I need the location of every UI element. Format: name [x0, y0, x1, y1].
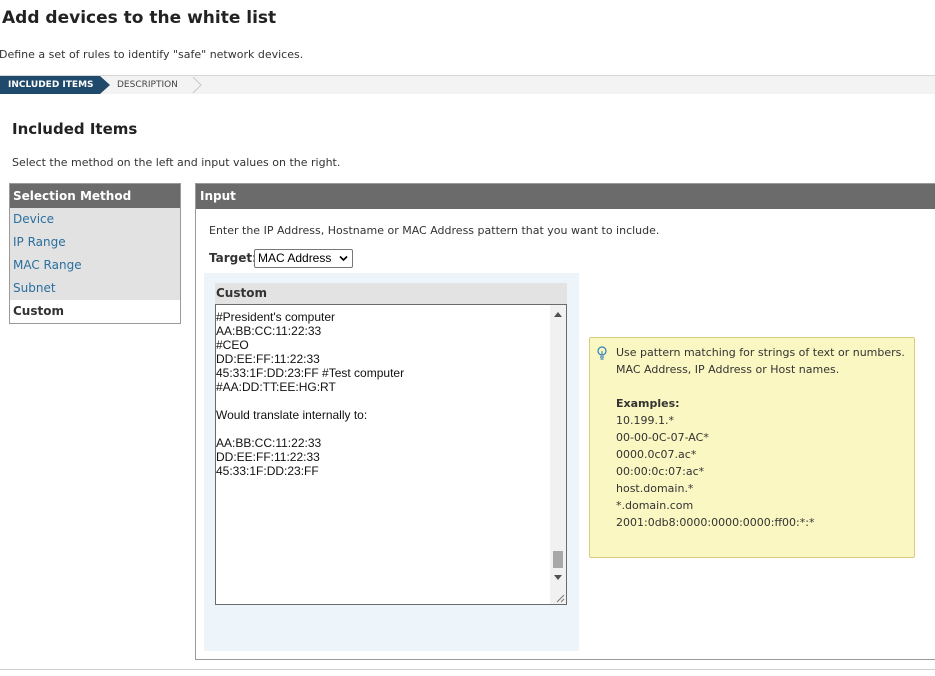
textarea-scrollbar[interactable]: [550, 305, 566, 604]
page-subtitle: Define a set of rules to identify "safe"…: [0, 48, 304, 61]
hint-text-line-2: MAC Address, IP Address or Host names.: [616, 363, 840, 376]
hint-example: host.domain.*: [616, 482, 694, 495]
custom-pattern-text[interactable]: #President's computer AA:BB:CC:11:22:33 …: [216, 310, 550, 478]
hint-example: 2001:0db8:0000:0000:0000:ff00:*:*: [616, 516, 815, 529]
method-item-custom[interactable]: Custom: [10, 300, 180, 323]
scroll-down-arrow-icon[interactable]: [554, 575, 562, 581]
section-description: Select the method on the left and input …: [12, 156, 341, 169]
target-label: Target:: [209, 251, 257, 265]
hint-example: *.domain.com: [616, 499, 694, 512]
page-title: Add devices to the white list: [2, 8, 277, 28]
hint-example: 00:00:0c:07:ac*: [616, 465, 705, 478]
input-panel: Input Enter the IP Address, Hostname or …: [195, 183, 935, 660]
chevron-down-icon: [339, 255, 348, 262]
custom-pattern-textarea[interactable]: #President's computer AA:BB:CC:11:22:33 …: [215, 304, 567, 605]
hint-examples-list: 10.199.1.* 00-00-0C-07-AC* 0000.0c07.ac*…: [616, 412, 814, 531]
hint-examples-label: Examples:: [616, 397, 680, 410]
scroll-up-arrow-icon[interactable]: [554, 311, 562, 317]
bottom-divider: [0, 669, 935, 670]
hint-example: 0000.0c07.ac*: [616, 448, 697, 461]
hint-text: Use pattern matching for strings of text…: [616, 344, 912, 378]
custom-label: Custom: [215, 283, 567, 304]
chevron-right-icon: [192, 77, 202, 93]
input-instructions: Enter the IP Address, Hostname or MAC Ad…: [209, 224, 660, 237]
lightbulb-icon: [597, 346, 607, 360]
pattern-hint-box: Use pattern matching for strings of text…: [589, 337, 915, 558]
method-item-subnet[interactable]: Subnet: [10, 277, 180, 300]
wizard-steps: INCLUDED ITEMS DESCRIPTION: [0, 75, 935, 94]
hint-text-line-1: Use pattern matching for strings of text…: [616, 346, 905, 359]
input-header: Input: [196, 184, 935, 209]
method-item-ip-range[interactable]: IP Range: [10, 231, 180, 254]
section-title: Included Items: [12, 120, 138, 138]
scroll-thumb[interactable]: [553, 551, 563, 568]
wizard-step-included-items[interactable]: INCLUDED ITEMS: [0, 76, 110, 94]
resize-grip-icon[interactable]: [555, 593, 565, 603]
hint-example: 10.199.1.*: [616, 414, 674, 427]
target-select[interactable]: MAC Address: [254, 249, 353, 268]
method-item-device[interactable]: Device: [10, 208, 180, 231]
selection-method-header: Selection Method: [10, 184, 180, 208]
selection-method-panel: Selection Method Device IP Range MAC Ran…: [9, 183, 181, 324]
hint-example: 00-00-0C-07-AC*: [616, 431, 709, 444]
custom-input-area: Custom #President's computer AA:BB:CC:11…: [204, 273, 579, 651]
wizard-step-description[interactable]: DESCRIPTION: [112, 76, 202, 94]
method-item-mac-range[interactable]: MAC Range: [10, 254, 180, 277]
target-select-value: MAC Address: [258, 251, 332, 265]
